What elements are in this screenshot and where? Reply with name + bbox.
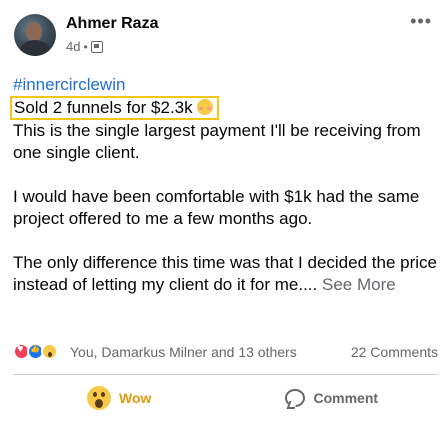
see-more-link[interactable]: See More (322, 275, 396, 294)
comment-icon (285, 389, 306, 407)
divider (13, 374, 438, 375)
post-meta: 4d • (66, 39, 103, 54)
wow-face-icon (87, 386, 112, 410)
post-paragraph: The only difference this time was that I… (13, 252, 438, 296)
blush-emoji-icon (197, 99, 214, 115)
comments-count[interactable]: 22 Comments (351, 344, 438, 360)
reactions-row: You, Damarkus Milner and 13 others 22 Co… (13, 341, 438, 361)
wow-button[interactable]: Wow (13, 380, 226, 416)
reaction-icons[interactable] (13, 343, 58, 360)
wow-label: Wow (119, 390, 152, 406)
author-name[interactable]: Ahmer Raza (66, 15, 158, 33)
post-time[interactable]: 4d (66, 39, 80, 54)
post-header: Ahmer Raza 4d • ••• (14, 12, 434, 64)
wow-icon (41, 343, 58, 360)
highlighted-line: Sold 2 funnels for $2.3k (10, 96, 220, 120)
comment-label: Comment (313, 390, 379, 406)
audience-icon (90, 40, 103, 53)
reaction-names[interactable]: You, Damarkus Milner and 13 others (70, 344, 297, 360)
hashtag-link[interactable]: #innercirclewin (13, 74, 438, 96)
post-body: #innercirclewin Sold 2 funnels for $2.3k… (10, 74, 438, 296)
post-paragraph: I would have been comfortable with $1k h… (13, 187, 420, 228)
action-bar: Wow Comment (13, 380, 438, 416)
avatar[interactable] (14, 14, 56, 56)
post-paragraph: This is the single largest payment I'll … (13, 121, 421, 162)
meta-separator: • (83, 39, 88, 54)
more-options-icon[interactable]: ••• (410, 12, 432, 30)
comment-button[interactable]: Comment (226, 380, 439, 416)
highlight-text: Sold 2 funnels for $2.3k (14, 98, 193, 117)
